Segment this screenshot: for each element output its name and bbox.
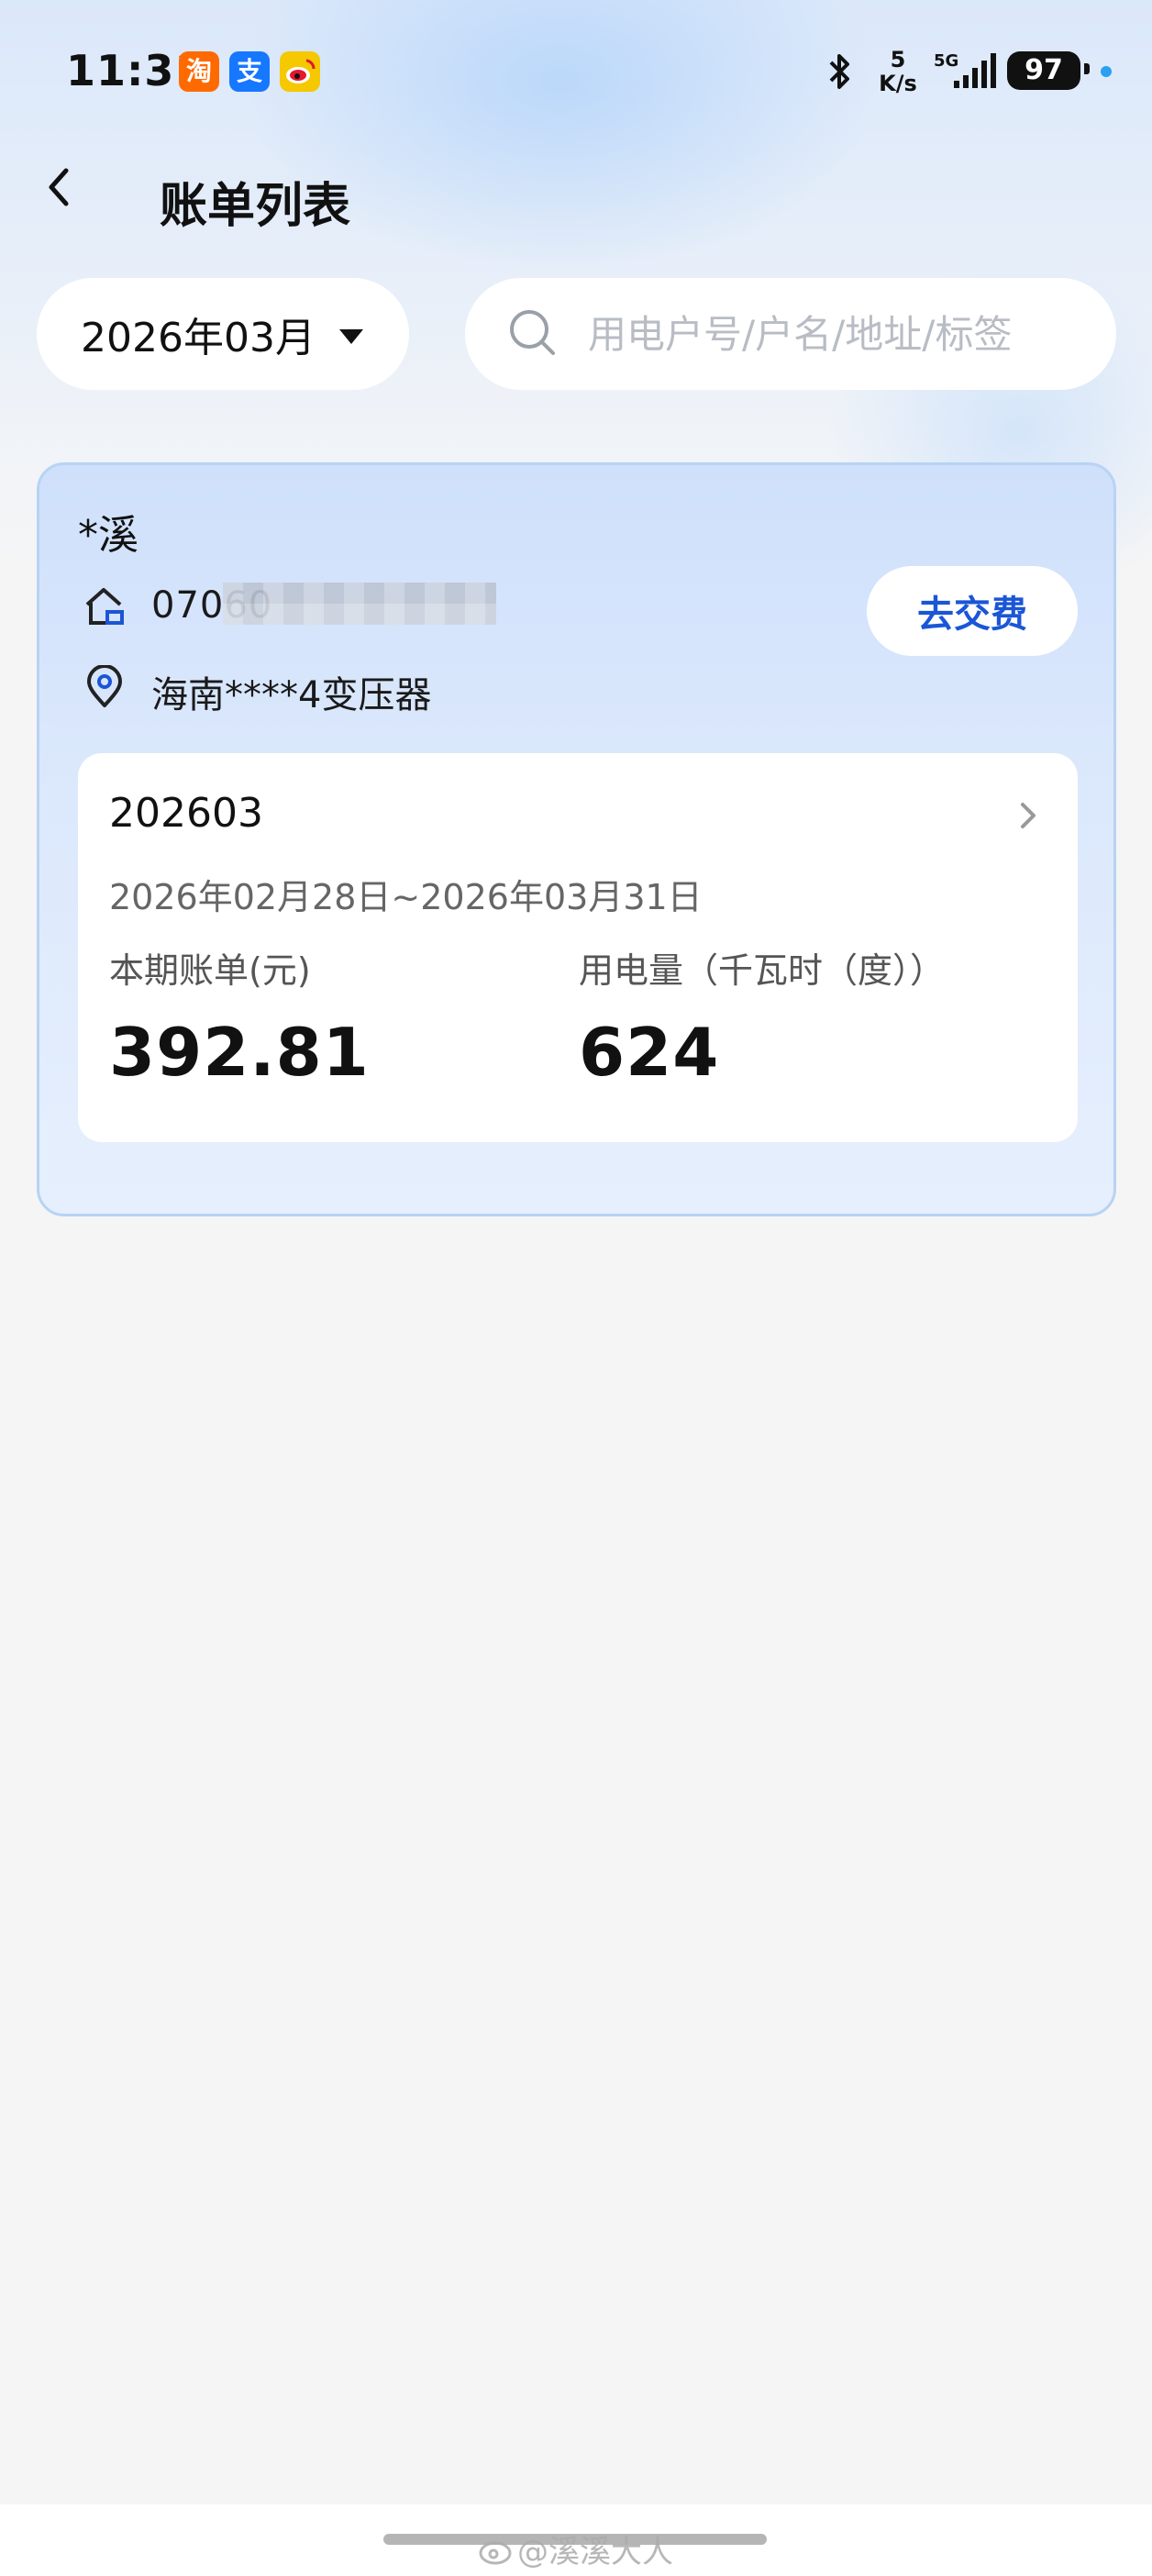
alipay-notification-icon: 支 [229,51,270,92]
battery-indicator: 97 [1007,51,1080,90]
account-address: 海南****4变压器 [151,674,432,716]
bill-date-range: 2026年02月28日~2026年03月31日 [109,877,703,917]
notification-dot-icon [1101,66,1112,77]
status-bar: 11:31 淘 支 5 K/s 5G 97 [0,0,1152,147]
chevron-left-icon [49,168,69,206]
account-name: *溪 [78,512,138,559]
caret-down-icon [338,329,363,344]
search-input[interactable] [588,311,1102,357]
chevron-right-icon [1021,803,1036,828]
svg-text:5G: 5G [934,51,958,71]
bill-period: 202603 [109,790,263,837]
bluetooth-icon [829,54,849,89]
location-pin-icon [87,665,122,707]
taobao-notification-icon: 淘 [179,51,219,92]
page-title: 账单列表 [160,179,351,234]
watermark: @溪溪大人 [477,2526,673,2571]
search-icon [510,310,555,355]
pay-button[interactable]: 去交费 [867,566,1078,656]
bill-usage-value: 624 [579,1014,720,1091]
weibo-watermark-icon [479,2541,512,2564]
network-speed-unit: K/s [879,71,917,96]
account-card: *溪 07060 海南****4变压器 去交费 202603 2026年02月2… [37,462,1116,1216]
month-selector-value: 2026年03月 [81,315,316,361]
network-speed-value: 5 [890,47,906,72]
bill-item[interactable]: 202603 2026年02月28日~2026年03月31日 本期账单(元) 用… [78,753,1078,1142]
search-box[interactable] [465,278,1116,390]
signal-5g-icon: 5G [934,51,996,88]
weibo-notification-icon [280,51,320,92]
bill-usage-label: 用电量（千瓦时（度）） [579,950,946,991]
battery-tip-icon [1084,63,1090,74]
network-speed: 5 K/s [875,48,921,95]
bill-amount-value: 392.81 [109,1014,370,1091]
watermark-text: @溪溪大人 [517,2534,673,2570]
home-account-icon [85,588,124,625]
redacted-mosaic [223,583,496,625]
month-selector[interactable]: 2026年03月 [37,278,409,390]
bill-amount-label: 本期账单(元) [109,950,311,991]
back-button[interactable] [35,161,86,213]
